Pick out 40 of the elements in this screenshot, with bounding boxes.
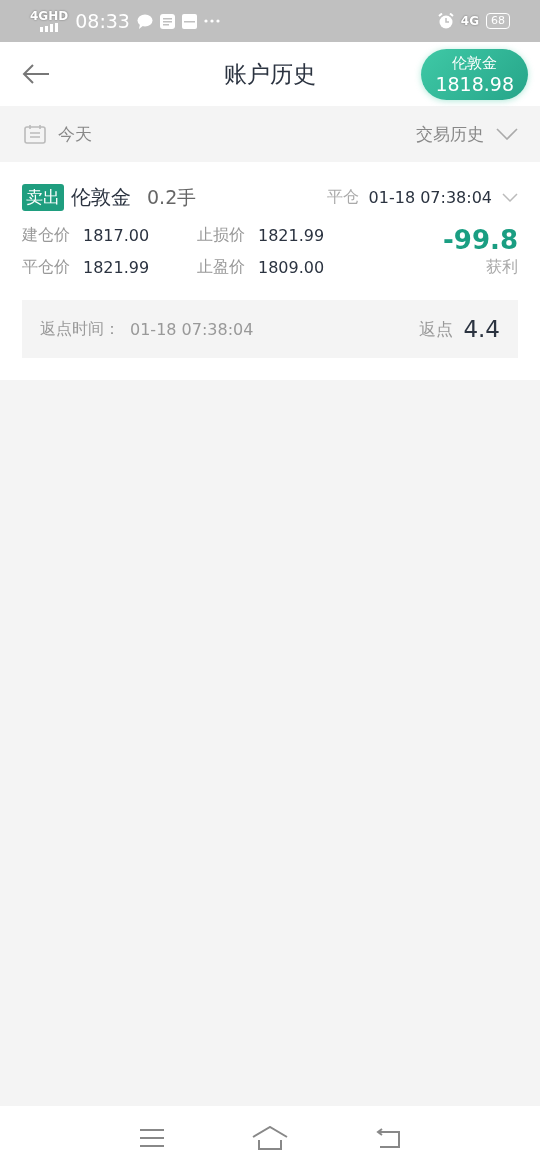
back-icon[interactable] bbox=[375, 1128, 402, 1148]
date-filter[interactable]: 今天 bbox=[24, 122, 92, 146]
price-badge[interactable]: 伦敦金 1818.98 bbox=[421, 48, 528, 100]
field-label: 建仓价 bbox=[22, 225, 70, 247]
menu-icon[interactable] bbox=[138, 1128, 165, 1148]
lot-size: 0.2手 bbox=[147, 184, 197, 210]
rebate-time: 01-18 07:38:04 bbox=[130, 319, 254, 339]
chevron-down-icon bbox=[496, 128, 518, 140]
rebate-time-label: 返点时间： bbox=[40, 318, 120, 340]
signal-icon bbox=[40, 23, 59, 32]
back-arrow-icon[interactable] bbox=[22, 64, 50, 84]
field-value: 1821.99 bbox=[83, 257, 150, 277]
profit-value: -99.8 bbox=[443, 225, 518, 255]
field-label: 止盈价 bbox=[197, 256, 245, 278]
more-icon bbox=[203, 19, 220, 23]
calendar-icon bbox=[24, 124, 46, 144]
alarm-clock-icon bbox=[437, 13, 454, 29]
home-icon[interactable] bbox=[252, 1126, 288, 1150]
rebate-label: 返点 bbox=[419, 317, 454, 341]
side-tag: 卖出 bbox=[22, 184, 64, 211]
app-icon bbox=[181, 13, 197, 29]
symbol-name: 伦敦金 bbox=[71, 184, 131, 211]
chevron-down-icon[interactable] bbox=[502, 193, 518, 202]
field-value: 1821.99 bbox=[258, 226, 325, 246]
status-label: 平仓 bbox=[326, 187, 359, 208]
history-type-dropdown[interactable]: 交易历史 bbox=[416, 122, 518, 146]
close-time: 01-18 07:38:04 bbox=[368, 188, 492, 207]
field-value: 1817.00 bbox=[83, 226, 150, 246]
field-label: 平仓价 bbox=[22, 256, 70, 278]
mobile-data-label: 4G bbox=[460, 15, 479, 27]
field-value: 1809.00 bbox=[258, 257, 325, 277]
chat-bubble-icon bbox=[136, 13, 153, 29]
rebate-value: 4.4 bbox=[463, 316, 500, 342]
page-title: 账户历史 bbox=[224, 59, 316, 89]
field-label: 止损价 bbox=[197, 225, 245, 247]
network-label: 4GHD bbox=[30, 10, 69, 22]
profit-label: 获利 bbox=[486, 257, 518, 278]
battery-level: 68 bbox=[491, 14, 505, 28]
app-icon bbox=[159, 13, 175, 29]
clock: 08:33 bbox=[75, 10, 130, 32]
